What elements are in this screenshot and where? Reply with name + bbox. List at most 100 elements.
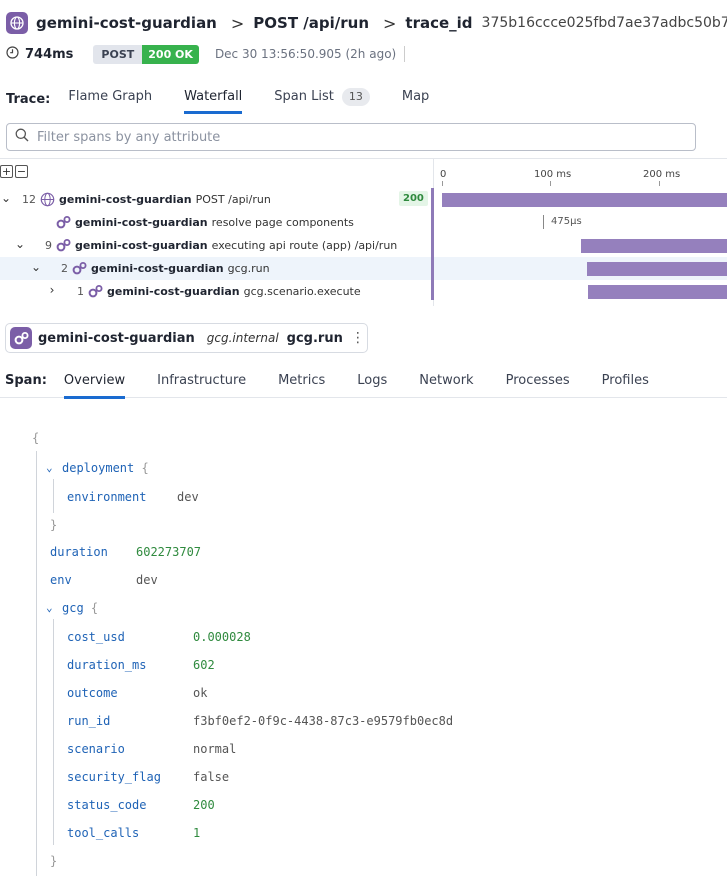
span-row[interactable]: ⌄ 12 gemini-cost-guardian POST /api/run 2… (0, 188, 727, 211)
tab-label: Map (401, 89, 430, 104)
json-key: gcg (62, 601, 84, 615)
selection-indicator (431, 188, 434, 300)
span-resource: gcg.run (227, 262, 270, 275)
span-row-selected[interactable]: ⌄ 2 gemini-cost-guardian gcg.run (0, 257, 727, 280)
tab-infrastructure[interactable]: Infrastructure (157, 373, 246, 398)
span-service-name[interactable]: gemini-cost-guardian (38, 331, 195, 346)
trace-header: gemini-cost-guardian > POST /api/run > t… (0, 0, 727, 82)
span-service: gemini-cost-guardian (91, 262, 224, 275)
span-bar[interactable] (543, 215, 544, 229)
axis-tick (550, 181, 551, 186)
json-key: cost_usd (67, 630, 125, 644)
span-row[interactable]: › 1 gemini-cost-guardian gcg.scenario.exe… (0, 280, 727, 303)
json-value: 200 (193, 798, 215, 812)
span-bar[interactable] (587, 262, 727, 276)
json-key: environment (67, 490, 147, 504)
span-resource: resolve page components (211, 216, 354, 229)
trace-duration: 744ms (25, 46, 74, 62)
json-open-brace: { (32, 431, 40, 445)
json-key: tool_calls (67, 826, 140, 840)
span-name: gemini-cost-guardian gcg.scenario.execute (107, 285, 361, 298)
chevron-right-icon: > (383, 13, 397, 33)
json-row-gcg: gcg { (62, 601, 98, 615)
span-resource: gcg.scenario.execute (243, 285, 361, 298)
tab-processes[interactable]: Processes (506, 373, 570, 398)
axis-tick-label: 100 ms (534, 169, 572, 180)
trace-id-value[interactable]: 375b16ccce025fbd7ae37adbc50b7f2f (482, 15, 727, 31)
tab-metrics[interactable]: Metrics (278, 373, 325, 398)
more-options-icon[interactable]: ⋮ (351, 331, 365, 345)
child-count: 12 (22, 193, 36, 206)
json-key: env (50, 573, 72, 587)
span-name: gemini-cost-guardian POST /api/run (59, 193, 271, 206)
chevron-down-icon[interactable]: ⌄ (0, 191, 12, 205)
json-key: deployment (62, 461, 135, 475)
tab-network[interactable]: Network (419, 373, 473, 398)
expand-all-icon[interactable]: + (0, 165, 13, 178)
gears-icon (88, 284, 103, 299)
span-service: gemini-cost-guardian (59, 193, 192, 206)
json-close-brace: } (50, 518, 58, 532)
expand-collapse-controls: + − (0, 165, 28, 178)
globe-icon (40, 192, 55, 207)
tab-label: Span List (274, 89, 334, 104)
span-name: gemini-cost-guardian resolve page compone… (75, 216, 354, 229)
gears-icon (10, 327, 32, 349)
divider (404, 46, 406, 62)
chevron-down-icon[interactable]: ⌄ (46, 601, 53, 614)
span-service: gemini-cost-guardian (75, 216, 208, 229)
span-duration-label: 475µs (551, 216, 582, 227)
json-key: run_id (67, 714, 111, 728)
json-key: duration (50, 545, 108, 559)
chevron-right-icon: > (230, 13, 245, 33)
indent-guide (36, 451, 37, 876)
span-filter (6, 123, 696, 151)
status-code-badge: 200 (399, 191, 428, 206)
json-key: duration_ms (67, 658, 147, 672)
axis-tick-label: 0 (440, 169, 447, 180)
span-header: gemini-cost-guardian gcg.internal gcg.ru… (5, 323, 368, 353)
json-value: normal (193, 742, 237, 756)
indent-guide (53, 479, 54, 513)
tab-logs[interactable]: Logs (357, 373, 387, 398)
tab-overview[interactable]: Overview (63, 373, 126, 399)
span-name: gemini-cost-guardian executing api route … (75, 239, 397, 252)
trace-tabs-label: Trace: (6, 91, 51, 107)
json-brace: { (141, 461, 149, 475)
span-bar[interactable] (581, 239, 727, 253)
chevron-down-icon[interactable]: ⌄ (14, 237, 26, 251)
chevron-down-icon[interactable]: ⌄ (30, 260, 42, 274)
chevron-right-icon[interactable]: › (46, 283, 58, 297)
chevron-down-icon[interactable]: ⌄ (46, 461, 53, 474)
filter-input[interactable] (37, 129, 677, 145)
tab-profiles[interactable]: Profiles (602, 373, 649, 398)
span-row[interactable]: gemini-cost-guardian resolve page compone… (0, 211, 727, 234)
json-key: scenario (67, 742, 125, 756)
route-crumb[interactable]: POST /api/run (253, 14, 369, 32)
tab-waterfall[interactable]: Waterfall (184, 86, 243, 114)
service-name-link[interactable]: gemini-cost-guardian (36, 14, 217, 32)
span-service: gemini-cost-guardian (107, 285, 240, 298)
gears-icon (72, 261, 87, 276)
json-key: security_flag (67, 770, 161, 784)
gears-icon (56, 215, 71, 230)
span-bar[interactable] (442, 193, 727, 207)
search-icon (15, 128, 29, 146)
span-name: gemini-cost-guardian gcg.run (91, 262, 270, 275)
tab-span-list[interactable]: Span List 13 (274, 86, 370, 112)
waterfall-panel: + − 0 100 ms 200 ms ⌄ 12 gemini-cost-gua… (0, 158, 727, 306)
axis-tick (442, 181, 443, 186)
json-value: 1 (193, 826, 201, 840)
span-bar[interactable] (588, 285, 727, 299)
tab-label: Flame Graph (68, 89, 153, 104)
json-value: 602 (193, 658, 215, 672)
clock-icon (6, 45, 19, 63)
span-row[interactable]: ⌄ 9 gemini-cost-guardian executing api ro… (0, 234, 727, 257)
collapse-all-icon[interactable]: − (15, 165, 28, 178)
span-count-badge: 13 (341, 88, 370, 106)
json-value: ok (193, 686, 208, 700)
trace-view-tabs: Trace: Flame Graph Waterfall Span List 13… (6, 86, 461, 114)
tab-flame-graph[interactable]: Flame Graph (68, 86, 152, 112)
tab-map[interactable]: Map (402, 86, 429, 112)
json-value: dev (136, 573, 158, 587)
